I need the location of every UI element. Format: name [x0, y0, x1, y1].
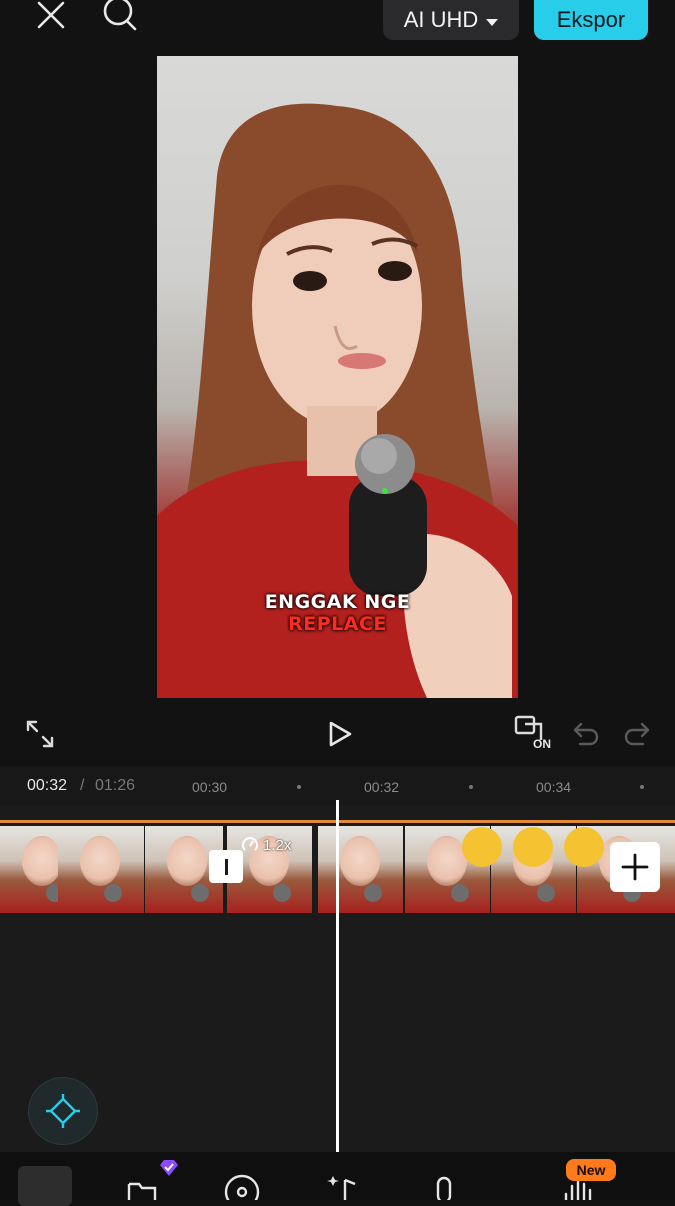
- speed-gauge-icon: [242, 837, 258, 851]
- saluting-face-sticker: [462, 827, 502, 867]
- redo-icon[interactable]: [620, 716, 654, 750]
- playhead[interactable]: [336, 800, 339, 1152]
- current-time: 00:32: [27, 777, 68, 794]
- saluting-face-sticker: [513, 827, 553, 867]
- play-icon[interactable]: [322, 716, 358, 752]
- microphone-icon[interactable]: [424, 1170, 464, 1200]
- new-badge: New: [566, 1159, 616, 1181]
- quality-label: AI UHD: [403, 7, 479, 32]
- media-folder-icon[interactable]: [122, 1170, 162, 1200]
- selected-tool-tile[interactable]: [18, 1166, 72, 1206]
- plus-icon: [621, 853, 649, 881]
- total-time: 01:26: [95, 777, 136, 794]
- caption-overlay[interactable]: ENGGAK NGE REPLACE: [157, 591, 518, 635]
- keyframe-diamond-icon: [46, 1094, 80, 1128]
- saluting-face-sticker: [564, 827, 604, 867]
- audio-icon[interactable]: [222, 1170, 262, 1200]
- speed-badge: 1.2x: [241, 836, 291, 854]
- caret-down-icon: [486, 7, 499, 33]
- caption-line-1: ENGGAK NGE: [264, 591, 411, 613]
- overlay-toggle-label: ON: [533, 737, 551, 751]
- top-bar: AI UHD Ekspor: [0, 0, 675, 50]
- ruler-dot: [297, 785, 301, 789]
- speed-label: 1.2x: [263, 836, 292, 854]
- quality-selector[interactable]: AI UHD: [383, 0, 519, 40]
- clip-thumbnail: [318, 826, 403, 913]
- transition-button[interactable]: [209, 850, 243, 883]
- ruler-tick-label: 00:32: [364, 779, 400, 795]
- transition-divider-icon: [224, 858, 228, 875]
- ai-music-icon[interactable]: [323, 1170, 363, 1200]
- ruler-tick-label: 00:30: [192, 779, 228, 795]
- search-icon[interactable]: [99, 0, 139, 31]
- premium-diamond-icon: [158, 1159, 180, 1177]
- caption-line-2: REPLACE: [288, 613, 387, 635]
- video-preview[interactable]: ENGGAK NGE REPLACE: [157, 56, 518, 698]
- overlay-toggle[interactable]: ON: [513, 714, 555, 754]
- ruler-tick-label: 00:34: [536, 779, 572, 795]
- add-clip-button[interactable]: [610, 842, 660, 892]
- clip-thumbnail: [58, 826, 144, 913]
- undo-icon[interactable]: [569, 716, 603, 750]
- export-button[interactable]: Ekspor: [534, 0, 648, 40]
- keyframe-button[interactable]: [28, 1077, 98, 1145]
- close-icon[interactable]: [31, 0, 71, 30]
- fullscreen-icon[interactable]: [22, 716, 58, 752]
- ruler-dot: [469, 785, 473, 789]
- time-separator: /: [80, 777, 85, 794]
- ruler-dot: [640, 785, 644, 789]
